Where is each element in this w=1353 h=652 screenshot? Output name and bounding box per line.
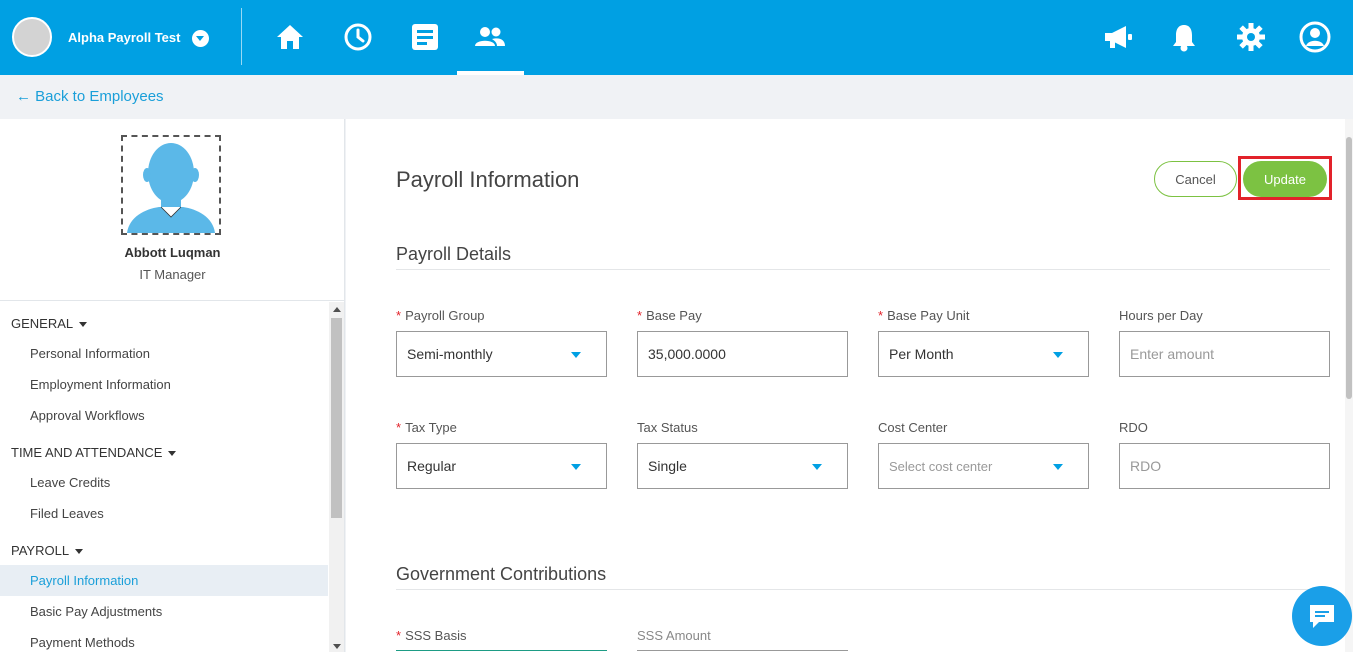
sidebar-item-leave-credits[interactable]: Leave Credits	[0, 467, 328, 498]
sidebar-heading-time-attendance[interactable]: TIME AND ATTENDANCE	[11, 445, 177, 460]
payroll-information-form: Payroll Information Cancel Update Payrol…	[346, 119, 1345, 652]
selected-value: Per Month	[889, 346, 954, 362]
gear-icon[interactable]	[1235, 20, 1267, 54]
sidebar-item-personal-information[interactable]: Personal Information	[0, 338, 328, 369]
sidebar-heading-general[interactable]: GENERAL	[11, 316, 88, 331]
caret-down-icon	[168, 451, 177, 457]
tax-status-select[interactable]: Single	[637, 443, 848, 489]
active-nav-indicator	[457, 71, 524, 75]
tax-type-select[interactable]: Regular	[396, 443, 607, 489]
sidebar-menu: GENERAL Personal Information Employment …	[0, 302, 328, 652]
hours-per-day-label: Hours per Day	[1119, 308, 1203, 323]
page-title: Payroll Information	[396, 167, 580, 192]
sidebar-scrollbar[interactable]	[329, 302, 344, 652]
caret-down-icon	[79, 322, 88, 328]
home-icon[interactable]	[274, 20, 306, 54]
update-button[interactable]: Update	[1243, 161, 1327, 197]
scroll-up-icon[interactable]	[333, 307, 341, 312]
cost-center-label: Cost Center	[878, 420, 948, 435]
employee-title: IT Manager	[139, 267, 206, 282]
selected-value: Single	[648, 458, 687, 474]
company-name: Alpha Payroll Test	[68, 29, 181, 45]
top-navigation-bar: Alpha Payroll Test	[0, 0, 1353, 75]
caret-down-icon	[75, 549, 84, 555]
sidebar-heading-payroll[interactable]: PAYROLL	[11, 543, 84, 558]
heading-label: GENERAL	[11, 316, 74, 331]
employee-name: Abbott Luqman	[124, 245, 221, 260]
back-to-employees-link[interactable]: ← Back to Employees	[16, 88, 164, 105]
scroll-down-icon[interactable]	[333, 644, 341, 649]
rdo-input[interactable]: RDO	[1119, 443, 1330, 489]
placeholder-text: Select cost center	[889, 459, 993, 474]
rdo-label: RDO	[1119, 420, 1148, 435]
chat-support-button[interactable]	[1292, 586, 1352, 646]
sidebar-item-filed-leaves[interactable]: Filed Leaves	[0, 498, 328, 529]
base-pay-unit-label: * Base Pay Unit	[878, 308, 970, 323]
tax-type-label: * Tax Type	[396, 420, 457, 435]
company-avatar	[12, 17, 52, 57]
payroll-details-title: Payroll Details	[396, 244, 512, 264]
user-icon[interactable]	[1299, 20, 1331, 54]
cost-center-select[interactable]: Select cost center	[878, 443, 1089, 489]
company-switcher[interactable]: Alpha Payroll Test	[12, 17, 210, 57]
scrollbar-thumb[interactable]	[1346, 137, 1352, 399]
document-icon[interactable]	[409, 20, 441, 54]
sidebar-item-payment-methods[interactable]: Payment Methods	[0, 627, 328, 652]
dropdown-arrow-icon	[571, 464, 581, 470]
cancel-button[interactable]: Cancel	[1154, 161, 1237, 197]
heading-label: PAYROLL	[11, 543, 70, 558]
input-value: 35,000.0000	[648, 346, 726, 362]
base-pay-input[interactable]: 35,000.0000	[637, 331, 848, 377]
payroll-group-label: * Payroll Group	[396, 308, 485, 323]
selected-value: Semi-monthly	[407, 346, 493, 362]
heading-label: TIME AND ATTENDANCE	[11, 445, 163, 460]
sss-basis-label: * SSS Basis	[396, 628, 467, 643]
placeholder-text: Enter amount	[1130, 346, 1215, 362]
base-pay-unit-select[interactable]: Per Month	[878, 331, 1089, 377]
payroll-group-select[interactable]: Semi-monthly	[396, 331, 607, 377]
base-pay-label: * Base Pay	[637, 308, 702, 323]
dropdown-arrow-icon	[1053, 464, 1063, 470]
dropdown-arrow-icon	[812, 464, 822, 470]
dropdown-arrow-icon	[1053, 352, 1063, 358]
placeholder-text: RDO	[1130, 458, 1162, 474]
bell-icon[interactable]	[1168, 20, 1200, 54]
dropdown-arrow-icon	[571, 352, 581, 358]
main-scrollbar[interactable]	[1345, 119, 1353, 652]
scrollbar-thumb[interactable]	[331, 318, 342, 518]
tax-status-label: Tax Status	[637, 420, 698, 435]
employee-sidebar: Abbott Luqman IT Manager GENERAL Persona…	[0, 119, 345, 652]
sss-amount-label: SSS Amount	[637, 628, 711, 643]
chat-icon	[1310, 605, 1334, 628]
employee-profile: Abbott Luqman IT Manager	[0, 119, 345, 301]
chevron-down-icon[interactable]	[192, 29, 210, 47]
people-icon[interactable]	[474, 20, 506, 54]
sidebar-item-basic-pay-adjustments[interactable]: Basic Pay Adjustments	[0, 596, 328, 627]
clock-icon[interactable]	[342, 20, 374, 54]
employee-photo[interactable]	[121, 135, 221, 235]
government-contributions-title: Government Contributions	[396, 564, 607, 584]
header-divider	[241, 8, 242, 65]
section-divider	[396, 589, 1330, 590]
sidebar-item-employment-information[interactable]: Employment Information	[0, 369, 328, 400]
hours-per-day-input[interactable]: Enter amount	[1119, 331, 1330, 377]
section-divider	[396, 269, 1330, 270]
sidebar-item-payroll-information[interactable]: Payroll Information	[0, 565, 328, 596]
megaphone-icon[interactable]	[1102, 20, 1134, 54]
sidebar-item-approval-workflows[interactable]: Approval Workflows	[0, 400, 328, 431]
selected-value: Regular	[407, 458, 457, 474]
